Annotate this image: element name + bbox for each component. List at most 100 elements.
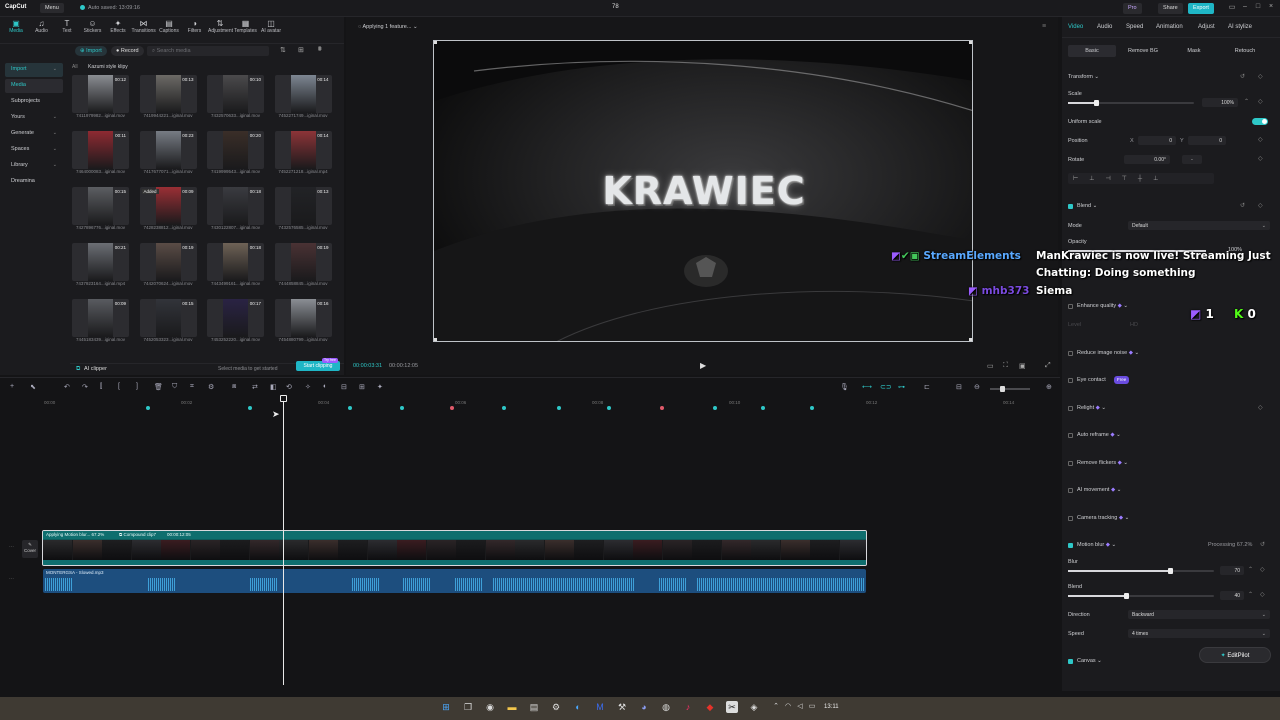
tab-animation[interactable]: Animation [1156, 24, 1183, 30]
sidebar-item-media[interactable]: Media [5, 79, 63, 93]
beat-marker[interactable] [146, 406, 150, 410]
extra-app-icon[interactable]: ◈ [748, 701, 760, 713]
blend-amount-keyframe-icon[interactable]: ◇ [1260, 591, 1265, 598]
media-item[interactable]: 00:12 7411979982...iginal.mov [72, 75, 129, 118]
media-thumbnail[interactable]: 00:14 [274, 75, 332, 113]
media-thumbnail[interactable]: 00:18 [207, 243, 264, 281]
tool-tab-effects[interactable]: ✦ Effects [106, 19, 130, 34]
media-item[interactable]: 00:09 7445183439...iginal.mov [72, 299, 129, 342]
record-button[interactable]: ● Record [111, 46, 144, 56]
tab-video[interactable]: Video [1068, 24, 1083, 30]
tool-tab-templates[interactable]: ▦ Templates [234, 19, 258, 34]
media-thumbnail[interactable]: 00:18 [207, 187, 264, 225]
fullscreen-icon[interactable]: ⤢ [1045, 362, 1051, 370]
scale-keyframe-icon[interactable]: ◇ [1258, 98, 1263, 105]
steam-icon[interactable]: ⚙ [550, 701, 562, 713]
media-item[interactable]: 00:14 7452271218...iginal.mp4 [274, 131, 332, 174]
tool-tab-adjustment[interactable]: ⇅ Adjustment [208, 19, 233, 34]
ai-movement-label[interactable]: AI movement ◆ ⌄ [1077, 487, 1121, 493]
motion-blur-label[interactable]: Motion blur ◆ ⌄ [1077, 542, 1116, 548]
relight-label[interactable]: Relight ◆ ⌄ [1077, 405, 1106, 411]
sort-icon[interactable]: ⇅ [280, 46, 286, 54]
transform-section[interactable]: Transform ⌄ [1068, 74, 1099, 80]
resize-handle-tr[interactable] [969, 41, 972, 44]
chrome-icon[interactable]: ◉ [484, 701, 496, 713]
tool-icon[interactable]: ⚒ [616, 701, 628, 713]
relight-keyframe-icon[interactable]: ◇ [1258, 404, 1263, 411]
red-app-icon[interactable]: ◆ [704, 701, 716, 713]
menu-button[interactable]: Menu [40, 3, 64, 13]
beat-marker[interactable] [713, 406, 717, 410]
rotate-keyframe-icon[interactable]: ◇ [1258, 155, 1263, 162]
sidebar-item-spaces[interactable]: Spaces ⌄ [5, 143, 63, 157]
media-item[interactable]: 00:17 7453252220...iginal.mov [207, 299, 264, 342]
eye-contact-checkbox[interactable] [1068, 378, 1073, 383]
obs-icon[interactable]: ◍ [660, 701, 672, 713]
media-thumbnail[interactable]: 00:16 [274, 299, 332, 337]
media-item[interactable]: 00:13 7432576585...iginal.mov [274, 187, 332, 230]
rotate-input[interactable]: 0.00° [1124, 155, 1170, 164]
scale-value[interactable]: 100% [1202, 98, 1238, 107]
media-thumbnail[interactable]: 00:21 [72, 243, 129, 281]
blend-section[interactable]: Blend ⌄ [1077, 203, 1097, 209]
task-view-icon[interactable]: ❐ [462, 701, 474, 713]
blur-value[interactable]: 70 [1220, 566, 1244, 575]
position-x-input[interactable]: 0 [1138, 136, 1176, 145]
ratio-icon[interactable]: ▣ [1019, 362, 1026, 370]
blend-keyframe-icon[interactable]: ◇ [1258, 202, 1263, 209]
media-item[interactable]: 00:23 7417677071...iginal.mov [139, 131, 197, 174]
subtab-retouch[interactable]: Retouch [1220, 45, 1270, 57]
sidebar-item-subprojects[interactable]: Subprojects [5, 95, 63, 109]
subtab-basic[interactable]: Basic [1068, 45, 1116, 57]
media-item[interactable]: 00:19 7442070624...iginal.mov [139, 243, 197, 286]
enhance-quality-checkbox[interactable] [1068, 304, 1073, 309]
direction-select[interactable]: Backward [1128, 610, 1270, 619]
taskbar-clock[interactable]: 13:11 [824, 704, 839, 710]
uniform-scale-toggle[interactable] [1252, 118, 1268, 125]
sidebar-item-library[interactable]: Library ⌄ [5, 159, 63, 173]
motion-blur-reset-icon[interactable]: ↺ [1260, 541, 1265, 548]
tool-tab-captions[interactable]: ▤ Captions [157, 19, 181, 34]
tool-tab-media[interactable]: ▣ Media [4, 19, 28, 34]
minimize-icon[interactable]: – [1240, 3, 1250, 13]
remove-flickers-checkbox[interactable] [1068, 461, 1073, 466]
media-thumbnail[interactable]: 00:20 [207, 131, 264, 169]
layout-icon[interactable]: ▭ [1227, 3, 1237, 13]
scale-stepper-icon[interactable]: ⌃ [1244, 98, 1249, 105]
position-keyframe-icon[interactable]: ◇ [1258, 136, 1263, 143]
beat-marker[interactable] [400, 406, 404, 410]
resize-handle-tl[interactable] [434, 41, 437, 44]
pro-button[interactable]: Pro [1123, 3, 1142, 14]
media-item[interactable]: 00:21 7437923164...iginal.mp4 [72, 243, 129, 286]
reset-icon[interactable]: ↺ [1240, 73, 1245, 80]
tab-speed[interactable]: Speed [1126, 24, 1143, 30]
maximize-icon[interactable]: □ [1253, 3, 1263, 13]
media-thumbnail[interactable]: 00:17 [207, 299, 264, 337]
media-thumbnail[interactable]: 00:12 [72, 75, 129, 113]
panel-menu-icon[interactable]: ≡ [1042, 23, 1046, 30]
camera-tracking-label[interactable]: Camera tracking ◆ ⌄ [1077, 515, 1129, 521]
beat-marker[interactable] [450, 406, 454, 410]
tool-tab-ai-avatar[interactable]: ◫ AI avatar [259, 19, 283, 34]
blend-amount-stepper-icon[interactable]: ⌃ [1248, 591, 1253, 598]
media-thumbnail[interactable]: 00:15 [72, 187, 129, 225]
media-item[interactable]: 00:09 Added 7428238812...iginal.mov [139, 187, 197, 230]
reduce-noise-checkbox[interactable] [1068, 351, 1073, 356]
auto-reframe-checkbox[interactable] [1068, 433, 1073, 438]
media-thumbnail[interactable]: 00:19 [139, 243, 197, 281]
resize-handle-bl[interactable] [434, 338, 437, 341]
file-explorer-icon[interactable]: ▬ [506, 701, 518, 713]
cover-button[interactable]: ✎ Cover [22, 540, 38, 558]
sidebar-item-yours[interactable]: Yours ⌄ [5, 111, 63, 125]
media-item[interactable]: 00:20 7419999543...iginal.mov [207, 131, 264, 174]
media-thumbnail[interactable]: 00:19 [274, 243, 332, 281]
media-item[interactable]: 00:18 7430122807...iginal.mov [207, 187, 264, 230]
beat-marker[interactable] [348, 406, 352, 410]
close-icon[interactable]: × [1266, 3, 1276, 13]
tool-tab-transitions[interactable]: ⋈ Transitions [132, 19, 156, 34]
canvas-checkbox[interactable] [1068, 659, 1073, 664]
playhead[interactable] [280, 395, 287, 685]
reduce-noise-label[interactable]: Reduce image noise ◆ ⌄ [1077, 350, 1139, 356]
beat-marker[interactable] [248, 406, 252, 410]
battery-icon[interactable]: ▭ [806, 701, 818, 713]
